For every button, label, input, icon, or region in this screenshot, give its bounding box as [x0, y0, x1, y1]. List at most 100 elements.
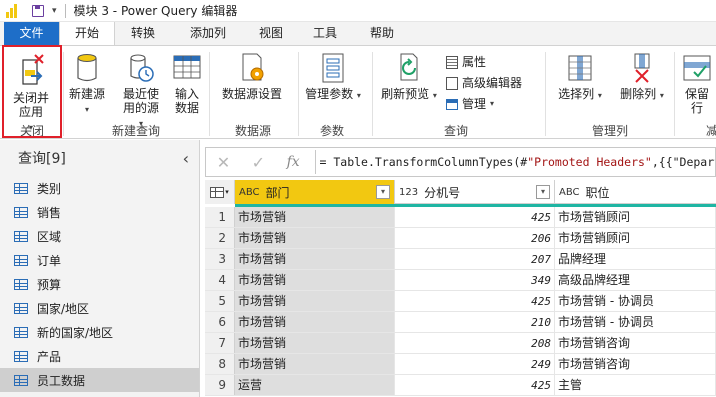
column-header-extension[interactable]: 123 分机号 ▾: [395, 180, 555, 204]
query-item[interactable]: 预算: [0, 272, 199, 296]
cell-extension[interactable]: 425: [395, 375, 555, 395]
manage-parameters-label: 管理参数 ▾: [305, 87, 361, 101]
remove-columns-icon: [634, 53, 650, 83]
filter-dropdown-icon[interactable]: ▾: [536, 185, 550, 199]
manage-parameters-button[interactable]: 管理参数 ▾: [302, 52, 364, 103]
chevron-down-icon: ▾: [490, 99, 495, 108]
table-row[interactable]: 5 市场营销 425 市场营销 - 协调员: [205, 291, 716, 312]
query-item[interactable]: 员工数据: [0, 368, 199, 392]
formula-input[interactable]: = Table.TransformColumnTypes(#"Promoted …: [320, 155, 715, 169]
table-row[interactable]: 6 市场营销 210 市场营销 - 协调员: [205, 312, 716, 333]
new-source-label: 新建源: [68, 87, 105, 101]
chevron-down-icon[interactable]: ▾: [85, 105, 89, 114]
query-item-label: 新的国家/地区: [37, 325, 114, 340]
row-index: 3: [205, 249, 235, 269]
cell-extension[interactable]: 206: [395, 228, 555, 248]
title-bar: ▾ 模块 3 - Power Query 编辑器: [0, 0, 716, 22]
cancel-formula-icon[interactable]: ✕: [206, 153, 241, 172]
cell-title[interactable]: 高级品牌经理: [555, 270, 716, 290]
cell-title[interactable]: 市场营销咨询: [555, 333, 716, 353]
query-item[interactable]: 国家/地区: [0, 296, 199, 320]
table-row[interactable]: 3 市场营销 207 品牌经理: [205, 249, 716, 270]
cell-department[interactable]: 市场营销: [235, 270, 395, 290]
cell-extension[interactable]: 208: [395, 333, 555, 353]
cell-title[interactable]: 品牌经理: [555, 249, 716, 269]
cell-department[interactable]: 市场营销: [235, 291, 395, 311]
cell-department[interactable]: 运营: [235, 375, 395, 395]
cell-department[interactable]: 市场营销: [235, 228, 395, 248]
cell-department[interactable]: 市场营销: [235, 249, 395, 269]
cell-extension[interactable]: 349: [395, 270, 555, 290]
table-icon: [14, 278, 28, 290]
enter-data-label: 输入 数据: [174, 87, 199, 115]
recent-sources-button[interactable]: 最近使 用的源 ▾: [118, 52, 164, 131]
enter-data-button[interactable]: 输入 数据: [170, 52, 204, 115]
new-source-button[interactable]: 新建源 ▾: [66, 52, 108, 117]
cell-title[interactable]: 市场营销顾问: [555, 228, 716, 248]
tab-view[interactable]: 视图: [248, 22, 294, 45]
query-item-label: 区域: [37, 229, 62, 244]
recent-sources-label: 最近使 用的源: [122, 87, 159, 115]
properties-button[interactable]: 属性: [446, 54, 486, 70]
table-row[interactable]: 1 市场营销 425 市场营销顾问: [205, 207, 716, 228]
table-row[interactable]: 2 市场营销 206 市场营销顾问: [205, 228, 716, 249]
advanced-editor-button[interactable]: 高级编辑器: [446, 75, 522, 91]
column-header-title[interactable]: ABC 职位: [555, 180, 716, 204]
query-item[interactable]: 产品: [0, 344, 199, 368]
save-icon[interactable]: [32, 4, 44, 17]
keep-rows-button[interactable]: 保留 行: [680, 52, 714, 115]
text-type-icon[interactable]: ABC: [559, 187, 580, 198]
row-index: 4: [205, 270, 235, 290]
quick-access-dropdown-icon[interactable]: ▾: [52, 6, 57, 16]
cell-extension[interactable]: 249: [395, 354, 555, 374]
choose-columns-label: 选择列 ▾: [558, 87, 602, 101]
advanced-editor-icon: [446, 76, 458, 90]
column-header-department[interactable]: ABC 部门 ▾: [235, 180, 395, 204]
cell-department[interactable]: 市场营销: [235, 354, 395, 374]
table-menu-icon[interactable]: ▾: [205, 180, 235, 204]
table-row[interactable]: 7 市场营销 208 市场营销咨询: [205, 333, 716, 354]
refresh-preview-button[interactable]: 刷新预览 ▾: [378, 52, 440, 103]
group-label-query: 查询: [443, 124, 468, 138]
tab-transform[interactable]: 转换: [115, 22, 171, 45]
tab-file[interactable]: 文件: [4, 22, 59, 45]
filter-dropdown-icon[interactable]: ▾: [376, 185, 390, 199]
cell-title[interactable]: 主管: [555, 375, 716, 395]
query-item[interactable]: 区域: [0, 224, 199, 248]
collapse-chevron-icon[interactable]: ‹: [183, 149, 189, 168]
cell-title[interactable]: 市场营销 - 协调员: [555, 312, 716, 332]
table-row[interactable]: 4 市场营销 349 高级品牌经理: [205, 270, 716, 291]
manage-table-icon: [446, 98, 458, 110]
cell-title[interactable]: 市场营销 - 协调员: [555, 291, 716, 311]
tab-help[interactable]: 帮助: [356, 22, 408, 45]
cell-extension[interactable]: 425: [395, 291, 555, 311]
data-grid: ▾ ABC 部门 ▾ 123 分机号 ▾ ABC 职位 1 市场营销 425 市场营销…: [205, 180, 716, 397]
remove-columns-button[interactable]: 删除列 ▾: [614, 52, 670, 103]
cell-title[interactable]: 市场营销顾问: [555, 207, 716, 227]
table-row[interactable]: 8 市场营销 249 市场营销咨询: [205, 354, 716, 375]
cell-department[interactable]: 市场营销: [235, 333, 395, 353]
tab-tools[interactable]: 工具: [302, 22, 348, 45]
choose-columns-button[interactable]: 选择列 ▾: [552, 52, 608, 103]
query-item[interactable]: 新的国家/地区: [0, 320, 199, 344]
cell-extension[interactable]: 425: [395, 207, 555, 227]
table-row[interactable]: 9 运营 425 主管: [205, 375, 716, 396]
query-item[interactable]: 订单: [0, 248, 199, 272]
cell-extension[interactable]: 207: [395, 249, 555, 269]
cell-extension[interactable]: 210: [395, 312, 555, 332]
formula-bar: ✕ ✓ fx = Table.TransformColumnTypes(#"Pr…: [205, 147, 716, 177]
confirm-formula-icon[interactable]: ✓: [241, 153, 276, 172]
query-item[interactable]: 类别: [0, 176, 199, 200]
cell-department[interactable]: 市场营销: [235, 207, 395, 227]
row-index: 7: [205, 333, 235, 353]
cell-title[interactable]: 市场营销咨询: [555, 354, 716, 374]
number-type-icon[interactable]: 123: [399, 187, 418, 198]
tab-home[interactable]: 开始: [59, 22, 115, 46]
tab-add-column[interactable]: 添加列: [176, 22, 240, 45]
cell-department[interactable]: 市场营销: [235, 312, 395, 332]
data-source-settings-button[interactable]: 数据源设置: [216, 52, 288, 101]
text-type-icon[interactable]: ABC: [239, 187, 260, 198]
manage-button[interactable]: 管理 ▾: [446, 96, 494, 112]
query-item-label: 销售: [37, 205, 62, 220]
query-item[interactable]: 销售: [0, 200, 199, 224]
